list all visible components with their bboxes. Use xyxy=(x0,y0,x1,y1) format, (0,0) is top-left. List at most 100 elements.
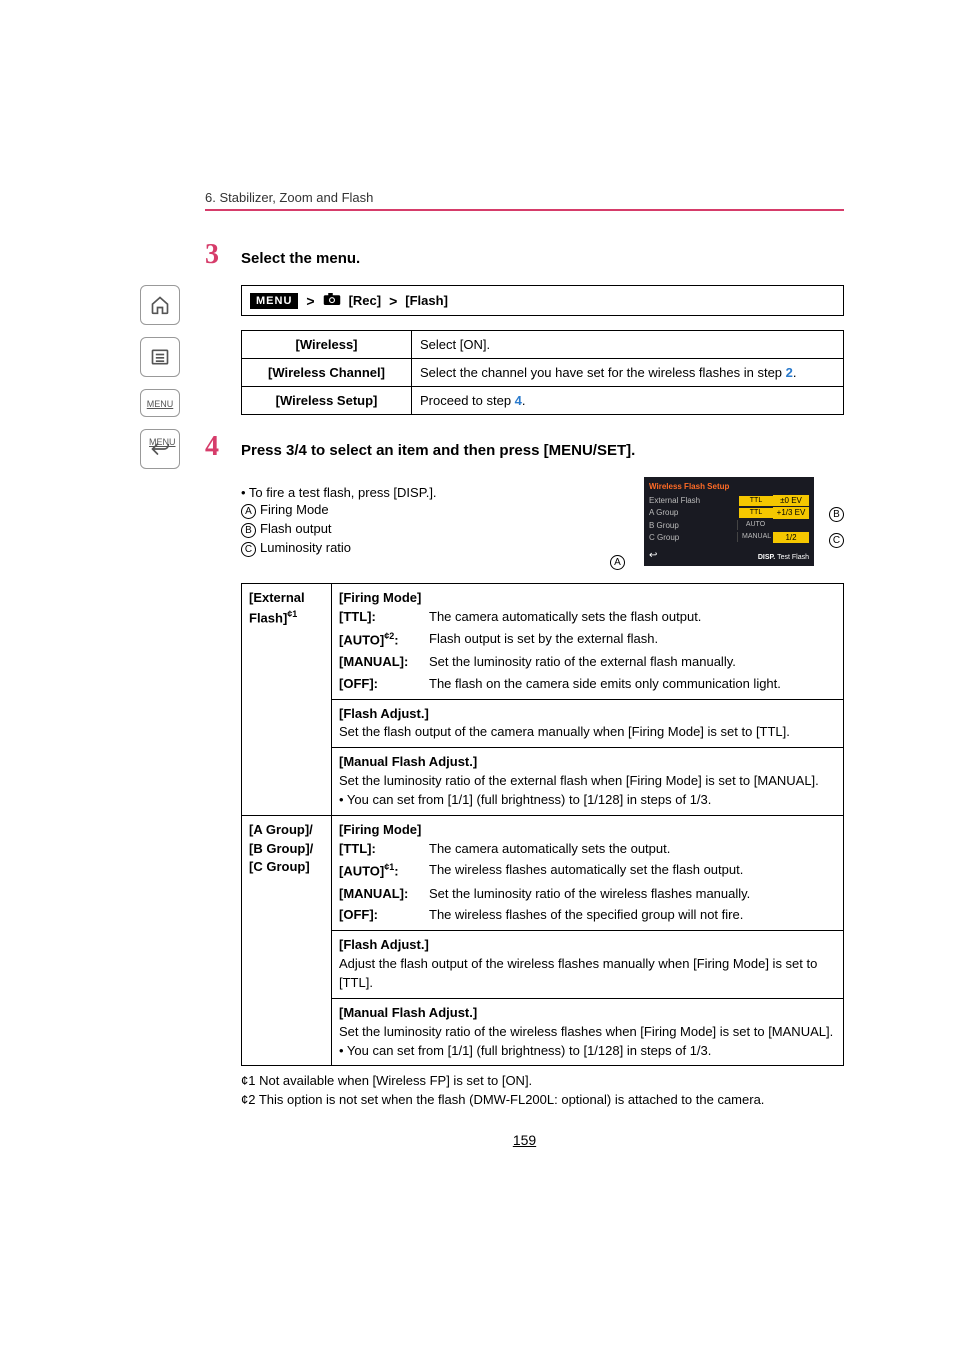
table-row: [Flash Adjust.] Set the flash output of … xyxy=(242,699,844,748)
menu-button[interactable]: MENU xyxy=(140,389,180,417)
table-row: [Flash Adjust.] Adjust the flash output … xyxy=(242,931,844,999)
step-text: Select the menu. xyxy=(241,250,360,267)
mode-val: The flash on the camera side emits only … xyxy=(429,675,836,694)
test-flash-note: • To fire a test flash, press [DISP.]. xyxy=(241,485,624,500)
disp-label: DISP. xyxy=(758,554,775,561)
flash-adjust-cell: [Flash Adjust.] Adjust the flash output … xyxy=(332,931,844,999)
desc-prefix: Proceed to step xyxy=(420,393,515,408)
desc-suffix: . xyxy=(522,393,526,408)
list-icon xyxy=(150,347,170,367)
screenshot-row: C Group MANUAL 1/2 xyxy=(649,532,809,543)
mode-val: Set the luminosity ratio of the external… xyxy=(429,653,836,672)
annotation-c: C xyxy=(829,533,848,548)
flash-adjust-cell: [Flash Adjust.] Set the flash output of … xyxy=(332,699,844,748)
table-row: [External Flash]¢1 [Firing Mode] [TTL]: … xyxy=(242,584,844,700)
rowhead-sup: ¢1 xyxy=(287,609,297,619)
menu-path: MENU > [Rec] > [Flash] xyxy=(241,285,844,316)
row-header-groups: [A Group]/ [B Group]/ [C Group] xyxy=(242,815,332,1066)
section-body: Set the flash output of the camera manua… xyxy=(339,723,836,742)
desc-suffix: . xyxy=(793,365,797,380)
desc-prefix: Select the channel you have set for the … xyxy=(420,365,786,380)
wireless-setup-screenshot: Wireless Flash Setup External Flash TTL … xyxy=(644,477,844,566)
ss-mode: AUTO xyxy=(737,520,773,530)
mode-key: [AUTO]¢2: xyxy=(339,630,429,650)
mode-key: [MANUAL]: xyxy=(339,653,429,672)
mode-val: The wireless flashes of the specified gr… xyxy=(429,906,836,925)
toc-button[interactable] xyxy=(140,337,180,377)
page-number: 159 xyxy=(205,1132,844,1148)
mode-key: [TTL]: xyxy=(339,608,429,627)
footnote-1: ¢1 Not available when [Wireless FP] is s… xyxy=(241,1072,844,1091)
setting-name: [Wireless Setup] xyxy=(242,387,412,415)
section-body: • You can set from [1/1] (full brightnes… xyxy=(339,1042,836,1061)
screenshot-title: Wireless Flash Setup xyxy=(649,481,809,492)
section-head: [Manual Flash Adjust.] xyxy=(339,1004,836,1023)
mode-val: The camera automatically sets the output… xyxy=(429,840,836,859)
section-head: [Firing Mode] xyxy=(339,589,836,608)
manual-flash-adjust-cell: [Manual Flash Adjust.] Set the luminosit… xyxy=(332,748,844,816)
arrow-icon: > xyxy=(306,293,314,309)
ss-value: 1/2 xyxy=(773,532,809,543)
mode-key: [TTL]: xyxy=(339,840,429,859)
manual-flash-adjust-cell: [Manual Flash Adjust.] Set the luminosit… xyxy=(332,998,844,1066)
mode-key: [OFF]: xyxy=(339,675,429,694)
firing-mode-cell: [Firing Mode] [TTL]: The camera automati… xyxy=(332,815,844,931)
ss-name: External Flash xyxy=(649,495,739,506)
annotation-a: A xyxy=(610,555,629,570)
section-body: Set the luminosity ratio of the external… xyxy=(339,772,836,791)
ss-name: C Group xyxy=(649,532,737,543)
row-header-external: [External Flash]¢1 xyxy=(242,584,332,816)
ss-value: ±0 EV xyxy=(773,495,809,506)
screenshot-row: B Group AUTO xyxy=(649,520,809,531)
callout-b-label: Flash output xyxy=(260,521,332,536)
setting-desc: Proceed to step 4. xyxy=(412,387,844,415)
home-icon xyxy=(150,295,170,315)
section-body: • You can set from [1/1] (full brightnes… xyxy=(339,791,836,810)
menu-side-label: MENU xyxy=(149,437,176,447)
ss-name: A Group xyxy=(649,507,739,518)
screenshot-footer: DISP. Test Flash xyxy=(758,553,809,563)
ss-mode: MANUAL xyxy=(737,532,773,542)
test-flash-label: Test Flash xyxy=(777,554,809,561)
section-head: [Firing Mode] xyxy=(339,821,836,840)
back-button[interactable] xyxy=(140,429,180,469)
ss-name: B Group xyxy=(649,520,737,531)
table-row: [Wireless] Select [ON]. xyxy=(242,331,844,359)
menu-badge: MENU xyxy=(250,293,298,309)
callout-a-icon: A xyxy=(241,504,256,519)
wireless-settings-table: [Wireless] Select [ON]. [Wireless Channe… xyxy=(241,330,844,415)
rowhead-text: [External Flash] xyxy=(249,590,305,625)
step-3: 3 Select the menu. xyxy=(205,239,844,271)
mode-val: The camera automatically sets the flash … xyxy=(429,608,836,627)
table-row: [Wireless Channel] Select the channel yo… xyxy=(242,359,844,387)
section-head: [Flash Adjust.] xyxy=(339,705,836,724)
step-number: 4 xyxy=(205,431,227,463)
menu-label: MENU xyxy=(147,399,174,409)
setting-desc: Select the channel you have set for the … xyxy=(412,359,844,387)
menu-path-flash: [Flash] xyxy=(405,293,448,308)
step-link[interactable]: 4 xyxy=(515,393,522,408)
camera-icon xyxy=(323,292,341,309)
table-row: [Wireless Setup] Proceed to step 4. xyxy=(242,387,844,415)
mode-key: [MANUAL]: xyxy=(339,885,429,904)
mode-key: [OFF]: xyxy=(339,906,429,925)
ss-value: +1/3 EV xyxy=(773,507,809,518)
mode-val: The wireless flashes automatically set t… xyxy=(429,861,836,881)
callout-c-label: Luminosity ratio xyxy=(260,540,351,555)
callout-b-icon: B xyxy=(241,523,256,538)
callout-c-icon: C xyxy=(241,542,256,557)
mode-key: [AUTO]¢1: xyxy=(339,861,429,881)
modes-table: [External Flash]¢1 [Firing Mode] [TTL]: … xyxy=(241,583,844,1066)
step-4: MENU 4 Press 3/4 to select an item and t… xyxy=(205,431,844,463)
mode-val: Flash output is set by the external flas… xyxy=(429,630,836,650)
screenshot-back-icon: ↩ xyxy=(649,549,657,563)
ss-mode: TTL xyxy=(739,496,773,506)
step-link[interactable]: 2 xyxy=(786,365,793,380)
screenshot-row: A Group TTL +1/3 EV xyxy=(649,507,809,518)
home-button[interactable] xyxy=(140,285,180,325)
menu-path-rec: [Rec] xyxy=(349,293,382,308)
arrow-icon: > xyxy=(389,293,397,309)
table-row: [A Group]/ [B Group]/ [C Group] [Firing … xyxy=(242,815,844,931)
footnotes: ¢1 Not available when [Wireless FP] is s… xyxy=(241,1072,844,1110)
annotation-b: B xyxy=(829,507,848,522)
